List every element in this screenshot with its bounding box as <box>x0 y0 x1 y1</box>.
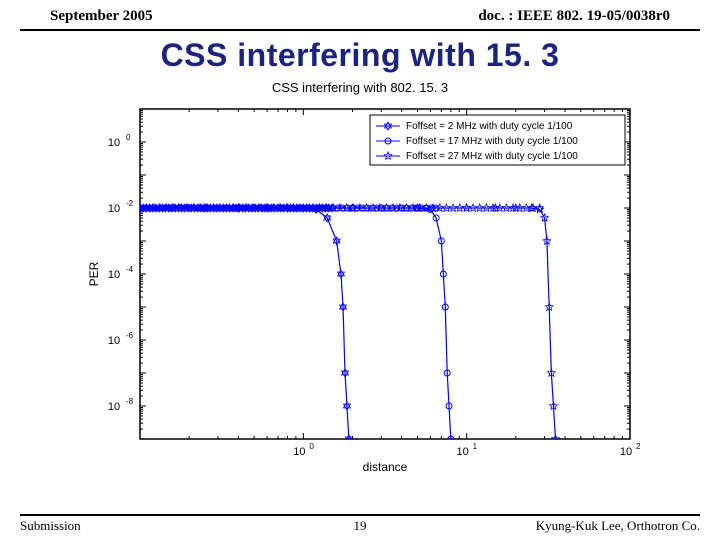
svg-text:10: 10 <box>108 335 120 347</box>
svg-text:PER: PER <box>87 261 101 286</box>
svg-text:0: 0 <box>126 133 131 142</box>
slide-footer: Submission 19 Kyung-Kuk Lee, Orthotron C… <box>20 514 700 534</box>
chart-title: CSS interfering with 802. 15. 3 <box>80 76 640 99</box>
svg-text:1: 1 <box>473 442 478 451</box>
footer-right: Kyung-Kuk Lee, Orthotron Co. <box>536 518 700 534</box>
chart-plot: 10 -8 10 -6 10 -4 10 -2 10 0 10 0 10 1 10 2 distance PER F… <box>80 99 640 479</box>
header-date: September 2005 <box>50 8 153 25</box>
chart-container: CSS interfering with 802. 15. 3 10-810-6… <box>80 76 640 484</box>
svg-text:Foffset = 17 MHz with duty cyc: Foffset = 17 MHz with duty cycle 1/100 <box>406 136 578 147</box>
svg-text:10: 10 <box>457 446 469 458</box>
slide-header: September 2005 doc. : IEEE 802. 19-05/00… <box>20 0 700 31</box>
page-title: CSS interfering with 15. 3 <box>0 31 720 76</box>
svg-text:0: 0 <box>309 442 314 451</box>
svg-text:distance: distance <box>363 460 408 474</box>
svg-text:-8: -8 <box>126 397 134 406</box>
svg-text:10: 10 <box>108 137 120 149</box>
svg-text:10: 10 <box>108 203 120 215</box>
svg-text:10: 10 <box>293 446 305 458</box>
svg-text:2: 2 <box>636 442 640 451</box>
svg-text:10: 10 <box>620 446 632 458</box>
svg-text:10: 10 <box>108 269 120 281</box>
svg-text:-2: -2 <box>126 199 134 208</box>
header-doc: doc. : IEEE 802. 19-05/0038r0 <box>478 8 670 25</box>
footer-left: Submission <box>20 518 81 534</box>
svg-text:10: 10 <box>108 401 120 413</box>
svg-text:-4: -4 <box>126 265 134 274</box>
footer-page-number: 19 <box>354 518 367 534</box>
svg-text:Foffset = 27 MHz with duty cyc: Foffset = 27 MHz with duty cycle 1/100 <box>406 151 578 162</box>
svg-text:-6: -6 <box>126 331 134 340</box>
svg-text:Foffset = 2 MHz with duty cycl: Foffset = 2 MHz with duty cycle 1/100 <box>406 121 573 132</box>
